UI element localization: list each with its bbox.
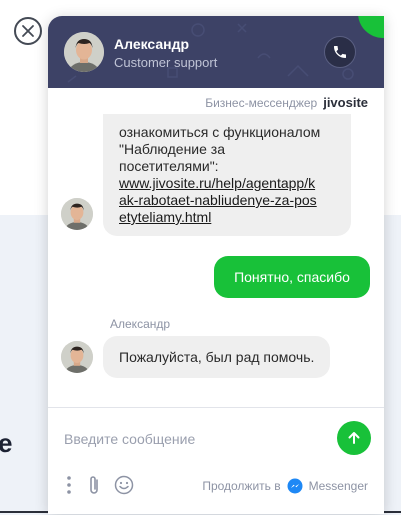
help-link-line: www.jivosite.ru/help/agentapp/k: [119, 175, 316, 191]
close-icon: [22, 25, 34, 37]
messenger-icon: [287, 478, 303, 494]
agent-message: Пожалуйста, был рад помочь.: [103, 336, 331, 378]
arrow-up-icon: [348, 432, 360, 444]
chat-widget: Александр Customer support Бизнес-мессен…: [48, 16, 384, 514]
more-vertical-icon: [67, 476, 71, 494]
message-text-line: "Наблюдение за: [119, 141, 226, 157]
send-button[interactable]: [337, 421, 371, 455]
message-text-line: посетителями":: [119, 158, 219, 174]
agent-role: Customer support: [114, 55, 218, 70]
message-composer: Продолжить в Messenger: [48, 407, 384, 514]
branding: Бизнес-мессенджер jivosite: [205, 95, 368, 110]
more-options-button[interactable]: [64, 474, 74, 496]
agent-avatar: [64, 32, 104, 72]
chat-header: Александр Customer support: [48, 16, 384, 88]
help-link[interactable]: www.jivosite.ru/help/agentapp/k ak-rabot…: [119, 175, 317, 225]
message-avatar: [61, 198, 93, 230]
phone-icon: [334, 46, 346, 58]
attach-file-button[interactable]: [84, 474, 104, 496]
jivosite-logo: jivosite: [323, 95, 368, 110]
message-text-line: ознакомиться с функционалом: [119, 124, 321, 140]
message-sender-name: Александр: [110, 317, 171, 331]
emoji-button[interactable]: [113, 474, 135, 496]
close-chat-button[interactable]: [14, 17, 42, 45]
smiley-icon: [114, 475, 134, 495]
visitor-message: Понятно, спасибо: [214, 256, 370, 298]
call-button[interactable]: [324, 36, 356, 68]
message-input[interactable]: [64, 428, 324, 450]
messenger-label: Messenger: [308, 479, 368, 493]
agent-name: Александр: [114, 36, 190, 52]
page-edge-text: e: [0, 428, 13, 458]
message-avatar: [61, 341, 93, 373]
help-link-line: etyteliamy.html: [119, 209, 212, 225]
help-link-line: ak-rabotaet-nabliudenye-za-pos: [119, 192, 317, 208]
paperclip-icon: [90, 476, 98, 494]
branding-label: Бизнес-мессенджер: [205, 95, 318, 110]
continue-label: Продолжить в: [202, 479, 281, 493]
continue-in-messenger-link[interactable]: Продолжить в Messenger: [202, 478, 368, 494]
agent-message: ознакомиться с функционалом "Наблюдение …: [103, 114, 351, 236]
